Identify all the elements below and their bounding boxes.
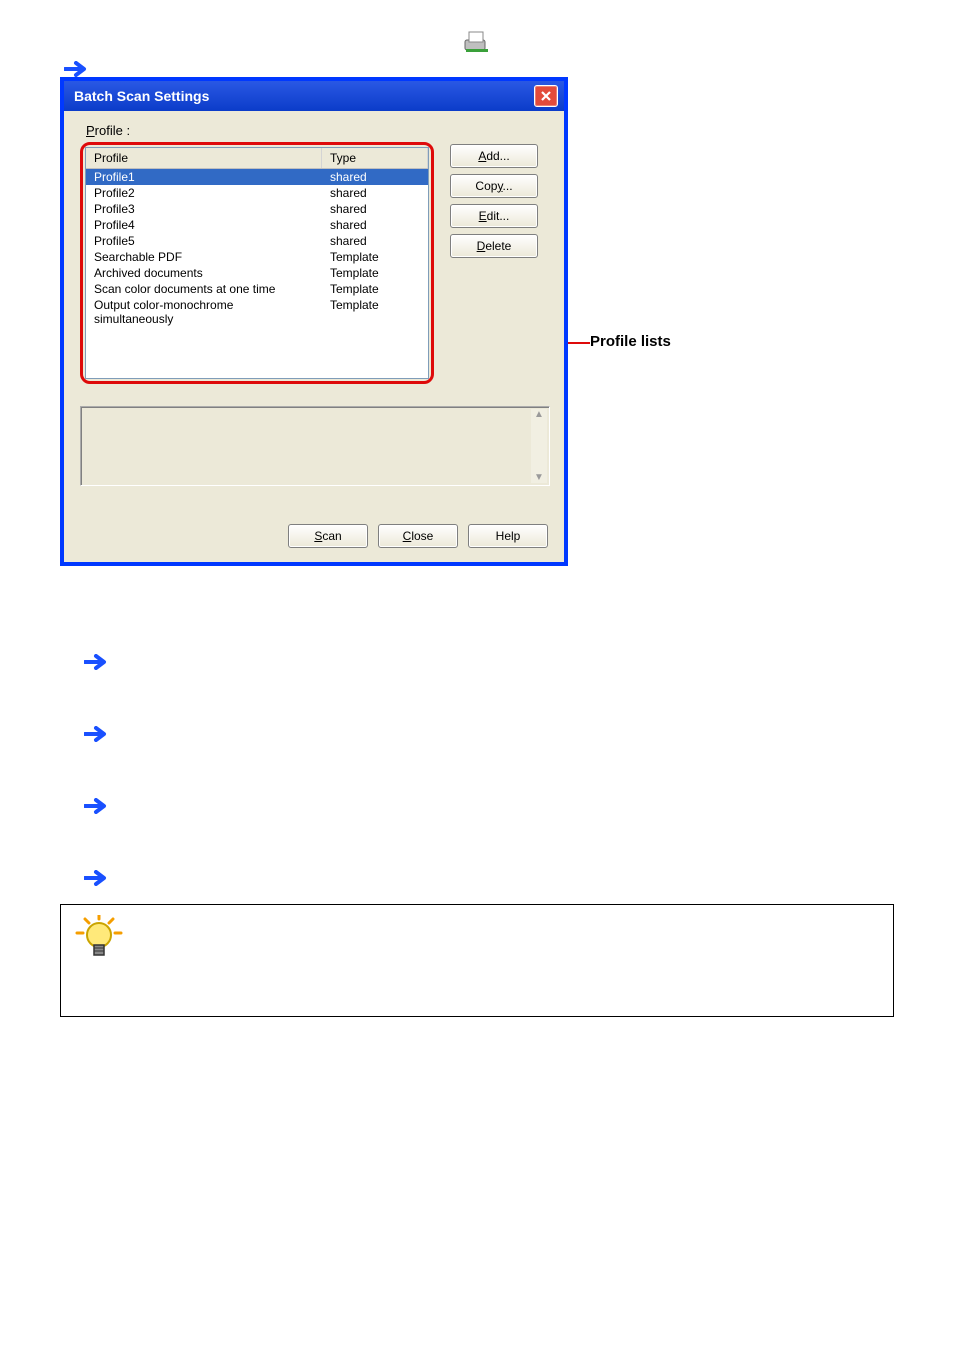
list-item[interactable]: Searchable PDFTemplate xyxy=(86,249,428,265)
profile-name-cell: Profile2 xyxy=(86,185,322,201)
annotation-label: Profile lists xyxy=(590,333,671,350)
help-button[interactable]: Help xyxy=(468,524,548,548)
list-item[interactable]: Profile1shared xyxy=(86,169,428,185)
profile-name-cell: Scan color documents at one time xyxy=(86,281,322,297)
close-button[interactable] xyxy=(534,85,558,107)
profile-list-header: Profile Type xyxy=(86,148,428,169)
scan-button[interactable]: Scan xyxy=(288,524,368,548)
profile-type-cell: shared xyxy=(322,185,428,201)
arrow-right-icon xyxy=(84,654,110,670)
scroll-down-icon: ▼ xyxy=(534,472,544,483)
list-item[interactable]: Profile3shared xyxy=(86,201,428,217)
profile-name-cell: Archived documents xyxy=(86,265,322,281)
profile-type-cell: Template xyxy=(322,249,428,265)
bottom-button-row: Scan Close Help xyxy=(80,524,548,548)
arrow-right-icon xyxy=(64,61,90,77)
list-item[interactable]: Profile4shared xyxy=(86,217,428,233)
copy-button[interactable]: Copy... xyxy=(450,174,538,198)
profile-name-cell: Profile4 xyxy=(86,217,322,233)
profile-type-cell: Template xyxy=(322,265,428,281)
edit-button[interactable]: Edit... xyxy=(450,204,538,228)
lightbulb-icon xyxy=(75,915,123,966)
main-row: Batch Scan Settings Profile : Profile Ty… xyxy=(60,77,894,566)
arrow-right-icon xyxy=(84,726,110,742)
profile-type-cell: shared xyxy=(322,201,428,217)
profile-lists-annotation: Profile lists xyxy=(590,333,671,350)
arrow-bullet-4 xyxy=(84,870,894,886)
list-item[interactable]: Scan color documents at one timeTemplate xyxy=(86,281,428,297)
add-button[interactable]: Add... xyxy=(450,144,538,168)
arrow-bullet-list xyxy=(60,654,894,886)
dialog-title: Batch Scan Settings xyxy=(74,88,209,104)
annotation-connector-line xyxy=(568,342,590,344)
profile-type-cell: shared xyxy=(322,169,428,185)
batch-scan-settings-dialog: Batch Scan Settings Profile : Profile Ty… xyxy=(60,77,568,566)
delete-button[interactable]: Delete xyxy=(450,234,538,258)
top-arrow-row xyxy=(60,60,894,77)
profile-label: Profile : xyxy=(80,123,548,138)
arrow-bullet-3 xyxy=(84,798,894,814)
list-item[interactable]: Profile2shared xyxy=(86,185,428,201)
profile-name-cell: Output color-monochrome simultaneously xyxy=(86,297,322,327)
dialog-titlebar: Batch Scan Settings xyxy=(64,81,564,111)
list-item[interactable]: Profile5shared xyxy=(86,233,428,249)
description-box: ▲ ▼ xyxy=(80,406,550,486)
arrow-right-icon xyxy=(84,870,110,886)
arrow-bullet-1 xyxy=(84,654,894,670)
profile-listbox[interactable]: Profile Type Profile1sharedProfile2share… xyxy=(85,147,429,379)
scanner-icon-container xyxy=(60,30,894,54)
column-profile[interactable]: Profile xyxy=(86,148,322,168)
side-button-column: Add... Copy... Edit... Delete xyxy=(450,144,538,384)
profile-type-cell: Template xyxy=(322,281,428,297)
profile-area: Profile Type Profile1sharedProfile2share… xyxy=(80,142,548,384)
tip-box xyxy=(60,904,894,1017)
profile-type-cell: Template xyxy=(322,297,428,327)
close-dialog-button[interactable]: Close xyxy=(378,524,458,548)
profile-name-cell: Profile3 xyxy=(86,201,322,217)
dialog-client-area: Profile : Profile Type Profile1sharedPro… xyxy=(64,111,564,562)
scanner-icon xyxy=(463,33,491,48)
column-type[interactable]: Type xyxy=(322,148,428,168)
scroll-up-icon: ▲ xyxy=(534,409,544,420)
arrow-bullet-2 xyxy=(84,726,894,742)
arrow-right-icon xyxy=(84,798,110,814)
profile-name-cell: Searchable PDF xyxy=(86,249,322,265)
list-item[interactable]: Archived documentsTemplate xyxy=(86,265,428,281)
description-scrollbar[interactable]: ▲ ▼ xyxy=(531,409,547,483)
profile-name-cell: Profile5 xyxy=(86,233,322,249)
profile-list-body: Profile1sharedProfile2sharedProfile3shar… xyxy=(86,169,428,327)
profile-name-cell: Profile1 xyxy=(86,169,322,185)
close-icon xyxy=(540,90,552,102)
profile-list-highlight: Profile Type Profile1sharedProfile2share… xyxy=(80,142,434,384)
profile-type-cell: shared xyxy=(322,217,428,233)
profile-type-cell: shared xyxy=(322,233,428,249)
list-item[interactable]: Output color-monochrome simultaneouslyTe… xyxy=(86,297,428,327)
